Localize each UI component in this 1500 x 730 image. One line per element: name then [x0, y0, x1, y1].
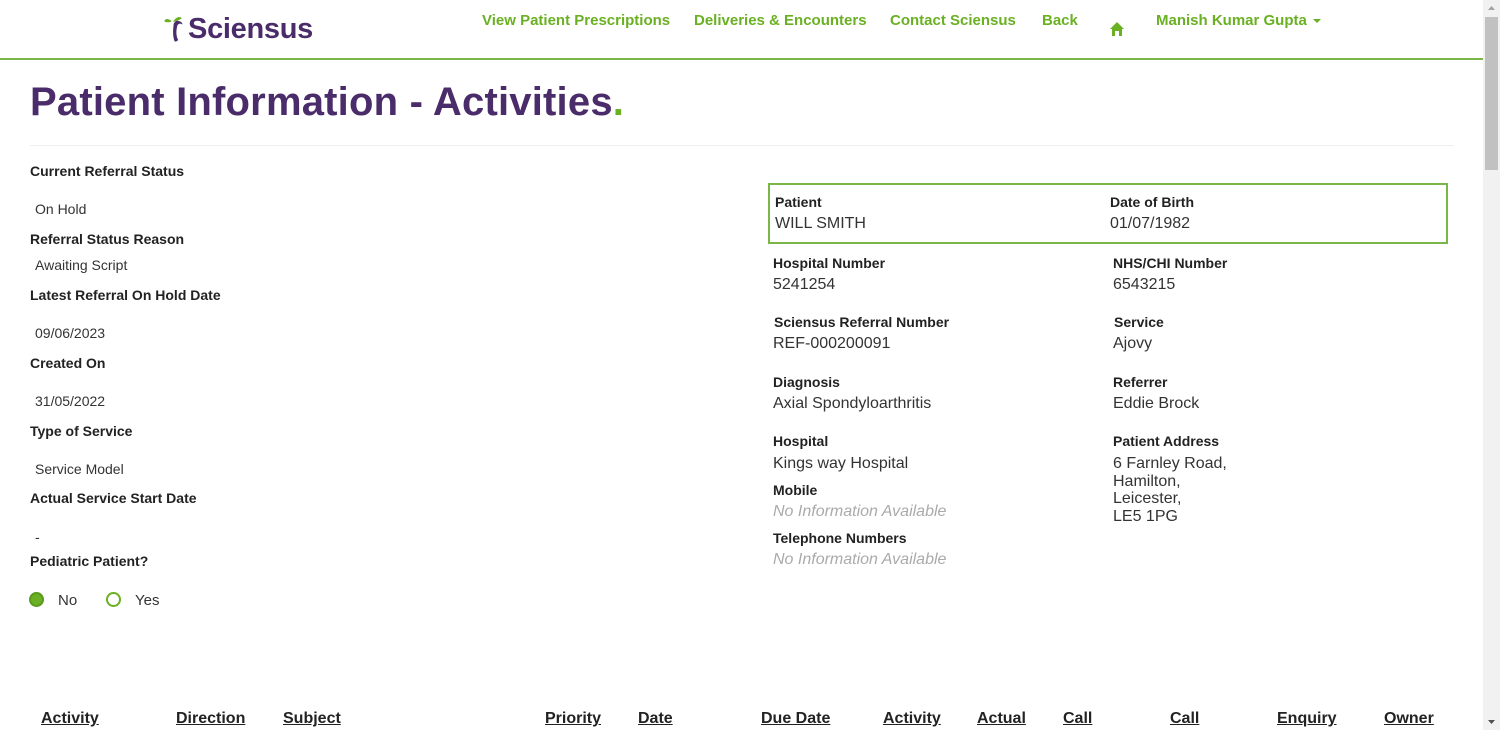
referral-number-label: Sciensus Referral Number: [774, 314, 950, 330]
column-header-direction[interactable]: Direction: [176, 710, 245, 728]
created-on-value: 31/05/2022: [35, 393, 106, 409]
title-dot: .: [612, 80, 625, 124]
type-of-service-value: Service Model: [35, 461, 124, 477]
pediatric-no-radio[interactable]: [29, 592, 44, 607]
nav-contact-sciensus[interactable]: Contact Sciensus: [890, 12, 1016, 29]
pediatric-yes-label[interactable]: Yes: [135, 592, 159, 609]
column-header-actual[interactable]: Actual: [977, 710, 1026, 728]
nav-back[interactable]: Back: [1042, 12, 1078, 29]
created-on-label: Created On: [30, 355, 106, 371]
page-title: Patient Information - Activities.: [30, 80, 624, 125]
column-header-due-date[interactable]: Due Date: [761, 710, 830, 728]
sciensus-logo[interactable]: Sciensus: [163, 8, 313, 50]
column-header-call[interactable]: Call: [1063, 710, 1092, 728]
column-header-activity[interactable]: Activity: [41, 710, 99, 728]
top-navbar: Sciensus View Patient Prescriptions Deli…: [0, 0, 1483, 60]
service-label: Service: [1114, 314, 1164, 330]
status-reason-label: Referral Status Reason: [30, 231, 185, 247]
hospital-label: Hospital: [773, 433, 829, 449]
user-name: Manish Kumar Gupta: [1156, 11, 1307, 29]
page-scrollbar[interactable]: [1483, 0, 1500, 730]
pediatric-no-label[interactable]: No: [58, 592, 77, 609]
dob-label: Date of Birth: [1110, 194, 1194, 210]
pediatric-label: Pediatric Patient?: [30, 553, 149, 569]
dob-value: 01/07/1982: [1110, 215, 1191, 232]
mobile-label: Mobile: [773, 482, 818, 498]
hospital-value: Kings way Hospital: [773, 455, 909, 472]
type-of-service-label: Type of Service: [30, 423, 133, 439]
caret-down-icon: [1312, 18, 1321, 23]
column-header-priority[interactable]: Priority: [545, 710, 601, 728]
on-hold-date-value: 09/06/2023: [35, 325, 106, 341]
hospital-number-value: 5241254: [773, 276, 836, 293]
logo-figure-icon: [164, 17, 183, 42]
address-line: Hamilton,: [1113, 472, 1181, 490]
scroll-up-arrow-icon[interactable]: [1483, 0, 1500, 17]
column-header-date[interactable]: Date: [638, 710, 673, 728]
current-status-label: Current Referral Status: [30, 163, 185, 179]
patient-name: WILL SMITH: [775, 215, 866, 232]
telephone-label: Telephone Numbers: [773, 530, 907, 546]
service-value: Ajovy: [1113, 335, 1153, 352]
patient-address: 6 Farnley Road, Hamilton, Leicester, LE5…: [1113, 455, 1227, 525]
address-line: LE5 1PG: [1113, 507, 1178, 525]
logo-text: Sciensus: [188, 12, 313, 45]
actual-start-label: Actual Service Start Date: [30, 490, 197, 506]
patient-label: Patient: [775, 194, 822, 210]
referrer-label: Referrer: [1113, 374, 1168, 390]
column-header-subject[interactable]: Subject: [283, 710, 341, 728]
title-divider: [30, 145, 1454, 146]
column-header-activity-2[interactable]: Activity: [883, 710, 941, 728]
on-hold-date-label: Latest Referral On Hold Date: [30, 287, 221, 303]
page-title-text: Patient Information - Activities: [30, 80, 613, 124]
mobile-value: No Information Available: [773, 503, 947, 520]
referral-number-value: REF-000200091: [773, 335, 891, 352]
column-header-call-2[interactable]: Call: [1170, 710, 1199, 728]
nav-deliveries-encounters[interactable]: Deliveries & Encounters: [694, 12, 867, 29]
pediatric-yes-radio[interactable]: [106, 592, 121, 607]
address-label: Patient Address: [1113, 433, 1220, 449]
scroll-down-arrow-icon[interactable]: [1483, 713, 1500, 730]
address-line: 6 Farnley Road,: [1113, 455, 1227, 472]
hospital-number-label: Hospital Number: [773, 255, 886, 271]
referrer-value: Eddie Brock: [1113, 395, 1200, 412]
telephone-value: No Information Available: [773, 551, 947, 568]
current-status-value: On Hold: [35, 201, 87, 217]
status-reason-value: Awaiting Script: [35, 257, 128, 273]
nav-view-prescriptions[interactable]: View Patient Prescriptions: [482, 12, 670, 29]
column-header-owner[interactable]: Owner: [1384, 710, 1434, 728]
address-line: Leicester,: [1113, 490, 1182, 507]
actual-start-value: -: [35, 529, 40, 545]
nhs-label: NHS/CHI Number: [1113, 255, 1228, 271]
scroll-thumb[interactable]: [1485, 17, 1498, 170]
column-header-enquiry[interactable]: Enquiry: [1277, 710, 1337, 728]
user-menu[interactable]: Manish Kumar Gupta: [1156, 12, 1321, 29]
diagnosis-label: Diagnosis: [773, 374, 840, 390]
diagnosis-value: Axial Spondyloarthritis: [773, 395, 932, 412]
patient-summary-box: [768, 183, 1448, 244]
nhs-value: 6543215: [1113, 276, 1176, 293]
home-icon[interactable]: [1109, 21, 1125, 37]
